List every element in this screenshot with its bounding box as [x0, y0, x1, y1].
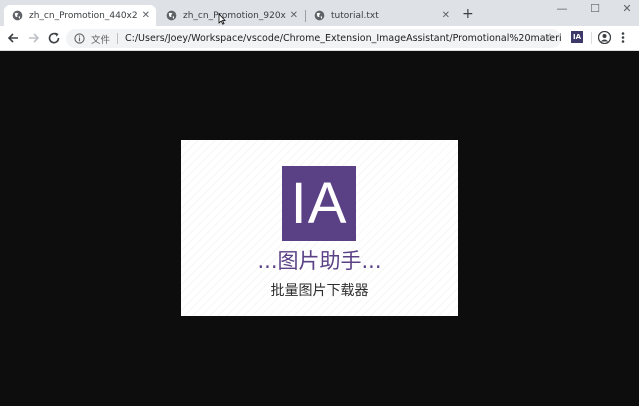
close-icon[interactable]: ✕	[290, 10, 298, 21]
close-icon[interactable]: ✕	[442, 10, 450, 21]
reload-icon[interactable]	[47, 31, 61, 45]
forward-arrow-icon[interactable]	[27, 31, 41, 45]
address-bar[interactable]: 文件 C:/Users/Joey/Workspace/vscode/Chrome…	[66, 29, 561, 48]
close-window-button[interactable]: ✕	[619, 2, 635, 15]
tab-title: tutorial.txt	[331, 10, 379, 21]
tab-promotion-440x280[interactable]: zh_cn_Promotion_440x280.png ✕	[4, 5, 156, 26]
ia-logo: IA	[282, 166, 356, 241]
promotion-image: IA ...图片助手... 批量图片下载器	[181, 140, 458, 316]
toolbar-divider	[591, 32, 592, 44]
tab-tutorial[interactable]: tutorial.txt ✕	[306, 5, 456, 26]
new-tab-button[interactable]: +	[462, 6, 474, 22]
info-icon[interactable]	[74, 33, 85, 44]
tab-promotion-920x680[interactable]: zh_cn_Promotion_920x680.png ✕	[158, 5, 304, 26]
tab-title: zh_cn_Promotion_920x680.png	[183, 10, 286, 21]
image-assistant-extension-icon[interactable]: IA	[571, 31, 583, 43]
minimize-button[interactable]: —	[554, 2, 570, 15]
close-icon[interactable]: ✕	[142, 10, 150, 21]
more-menu-icon[interactable]	[619, 31, 627, 44]
tab-title: zh_cn_Promotion_440x280.png	[29, 10, 138, 21]
back-arrow-icon[interactable]	[6, 31, 20, 45]
profile-avatar-icon[interactable]	[598, 31, 611, 44]
promo-title: ...图片助手...	[257, 249, 382, 273]
globe-icon	[166, 10, 177, 21]
mouse-cursor-icon	[218, 13, 226, 25]
browser-toolbar: 文件 C:/Users/Joey/Workspace/vscode/Chrome…	[0, 26, 639, 51]
url-text[interactable]: C:/Users/Joey/Workspace/vscode/Chrome_Ex…	[125, 33, 561, 44]
globe-icon	[314, 10, 325, 21]
file-scheme-label: 文件	[91, 34, 111, 46]
bookmark-star-icon[interactable]: ☆	[545, 31, 555, 44]
tab-strip: zh_cn_Promotion_440x280.png ✕ zh_cn_Prom…	[0, 0, 639, 26]
promo-subtitle: 批量图片下载器	[270, 283, 369, 299]
omnibox-divider	[117, 33, 119, 44]
globe-icon	[12, 10, 23, 21]
maximize-button[interactable]: ☐	[587, 2, 603, 15]
